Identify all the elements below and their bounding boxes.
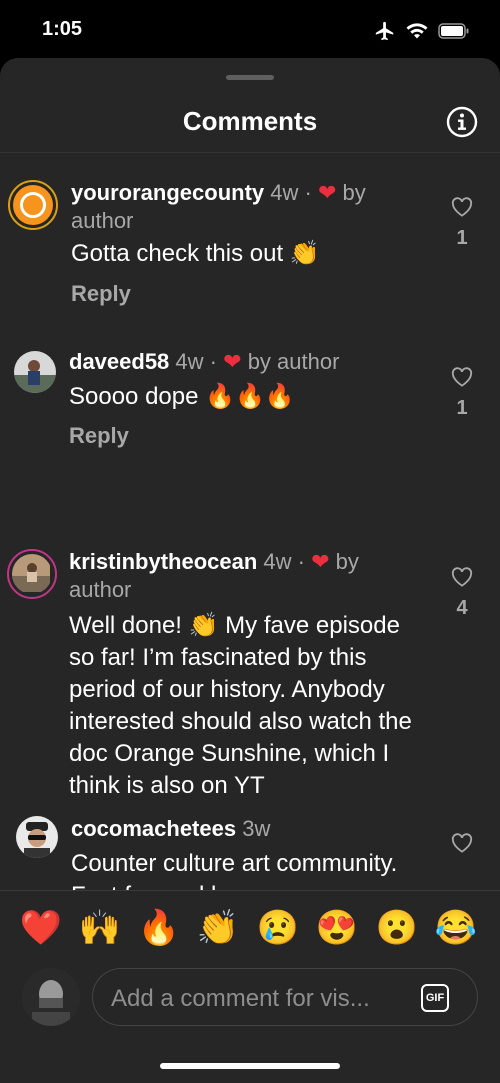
photo-avatar-icon: [12, 554, 52, 594]
home-indicator: [160, 1063, 340, 1069]
status-bar: 1:05: [0, 0, 500, 60]
reaction-clapping-hands[interactable]: 👏: [196, 906, 240, 950]
avatar[interactable]: [8, 180, 58, 230]
author-heart-icon: ❤: [311, 549, 330, 574]
reaction-crying-face[interactable]: 😢: [256, 906, 300, 950]
like-heart-icon[interactable]: [451, 833, 473, 853]
photo-avatar-icon: [22, 968, 80, 1026]
like-column: 1: [448, 197, 476, 250]
page-title: Comments: [182, 106, 318, 136]
comment-input[interactable]: [109, 981, 403, 1017]
like-count: 1: [456, 397, 468, 419]
sheet-grabber[interactable]: [226, 75, 274, 80]
reaction-surprised-face[interactable]: 😮: [375, 906, 419, 950]
reaction-red-heart[interactable]: ❤️: [19, 906, 63, 950]
like-column: [448, 833, 476, 853]
comment-text: Soooo dope 🔥🔥🔥: [69, 383, 295, 410]
comment-username[interactable]: cocomachetees: [71, 816, 236, 841]
info-button[interactable]: [446, 106, 478, 138]
avatar[interactable]: [14, 351, 56, 393]
comment-header: yourorangecounty 4w · ❤ by author: [71, 179, 411, 235]
composer-divider: [0, 890, 500, 891]
airplane-mode-icon: [375, 21, 394, 41]
like-count: 4: [456, 597, 468, 619]
reaction-heart-eyes[interactable]: 😍: [315, 906, 359, 950]
comment-header: daveed58 4w · ❤ by author: [69, 348, 409, 376]
avatar[interactable]: [16, 816, 58, 858]
wifi-icon: [406, 23, 428, 39]
comment-composer: GIF: [92, 968, 478, 1026]
comment-username[interactable]: yourorangecounty: [71, 180, 264, 205]
separator-dot: ·: [209, 349, 217, 374]
separator-dot: ·: [297, 549, 305, 574]
comment-text: Counter culture art community. Fast forw…: [71, 850, 398, 890]
comment-text: Gotta check this out 👏: [71, 240, 320, 267]
author-heart-icon: ❤: [223, 349, 242, 374]
liked-by-author: by author: [247, 349, 340, 374]
status-time: 1:05: [42, 18, 83, 40]
author-heart-icon: ❤: [317, 180, 337, 205]
reply-button[interactable]: Reply: [69, 423, 129, 449]
comment-text: Well done! 👏 My fave episode so far! I’m…: [69, 612, 412, 799]
reply-button[interactable]: Reply: [71, 281, 131, 307]
photo-avatar-icon: [14, 351, 56, 393]
gif-button[interactable]: GIF: [421, 984, 449, 1012]
status-icons: [374, 20, 470, 42]
like-heart-icon[interactable]: [451, 197, 473, 217]
like-heart-icon[interactable]: [451, 367, 473, 387]
orange-circle-avatar-icon: [13, 185, 53, 225]
photo-avatar-icon: [16, 816, 58, 858]
comments-sheet: Comments yourorangecounty 4w · ❤ by auth…: [0, 58, 500, 1083]
avatar[interactable]: [7, 549, 57, 599]
like-heart-icon[interactable]: [451, 567, 473, 587]
comment-username[interactable]: daveed58: [69, 349, 169, 374]
reaction-raising-hands[interactable]: 🙌: [78, 906, 122, 950]
comment-item: kristinbytheocean 4w · ❤ by author Well …: [0, 493, 500, 803]
quick-reaction-bar: ❤️ 🙌 🔥 👏 😢 😍 😮 😂: [0, 902, 500, 958]
like-column: 4: [448, 567, 476, 620]
comment-age: 4w: [263, 549, 292, 574]
comment-item: cocomachetees 3w Counter culture art com…: [0, 803, 500, 890]
current-user-avatar: [22, 968, 80, 1026]
reaction-tears-of-joy[interactable]: 😂: [434, 906, 478, 950]
comment-list[interactable]: yourorangecounty 4w · ❤ by author Gotta …: [0, 153, 500, 890]
comment-header: cocomachetees 3w: [71, 815, 411, 843]
info-icon: [446, 106, 478, 138]
comment-header: kristinbytheocean 4w · ❤ by author: [69, 548, 409, 604]
comment-age: 3w: [242, 816, 271, 841]
comment-age: 4w: [175, 349, 204, 374]
comment-item: yourorangecounty 4w · ❤ by author Gotta …: [0, 153, 500, 343]
reaction-fire[interactable]: 🔥: [137, 906, 181, 950]
like-count: 1: [456, 227, 468, 249]
comment-username[interactable]: kristinbytheocean: [69, 549, 257, 574]
like-column: 1: [448, 367, 476, 420]
battery-icon: [438, 23, 469, 39]
comment-item: daveed58 4w · ❤ by author Soooo dope 🔥🔥🔥…: [0, 343, 500, 493]
separator-dot: ·: [304, 180, 312, 205]
comment-age: 4w: [270, 180, 299, 205]
